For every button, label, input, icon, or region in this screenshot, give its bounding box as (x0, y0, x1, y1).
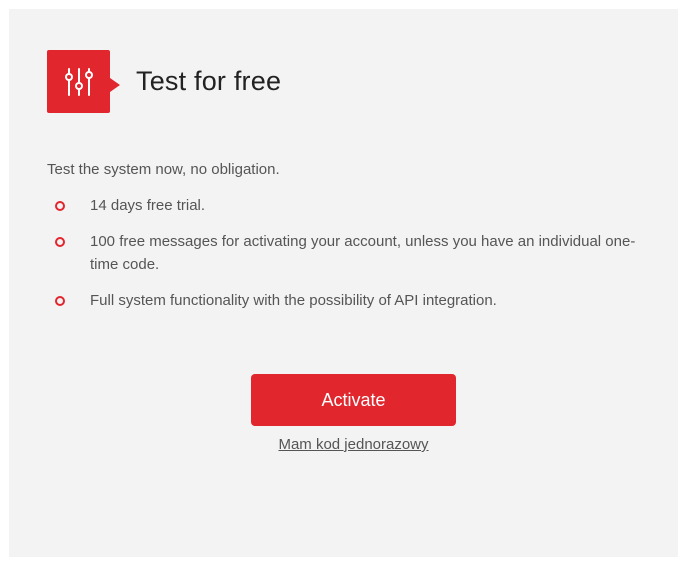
feature-item: 100 free messages for activating your ac… (47, 230, 637, 276)
badge-pointer (110, 78, 120, 92)
feature-item: Full system functionality with the possi… (47, 289, 637, 312)
bullet-icon (55, 237, 65, 247)
feature-item: 14 days free trial. (47, 194, 637, 217)
free-trial-card: Test for free Test the system now, no ob… (9, 9, 678, 557)
intro-text: Test the system now, no obligation. (47, 161, 280, 178)
bullet-icon (55, 201, 65, 211)
bullet-icon (55, 296, 65, 306)
feature-text: Full system functionality with the possi… (90, 292, 497, 309)
one-time-code-link[interactable]: Mam kod jednorazowy (251, 436, 456, 453)
icon-badge (47, 50, 120, 113)
card-title: Test for free (136, 66, 282, 96)
feature-text: 14 days free trial. (90, 197, 206, 214)
activate-button[interactable]: Activate (251, 374, 456, 426)
feature-list: 14 days free trial. 100 free messages fo… (47, 194, 637, 325)
feature-text: 100 free messages for activating your ac… (90, 233, 636, 273)
card-header: Test for free (47, 50, 281, 113)
sliders-icon (64, 67, 93, 96)
